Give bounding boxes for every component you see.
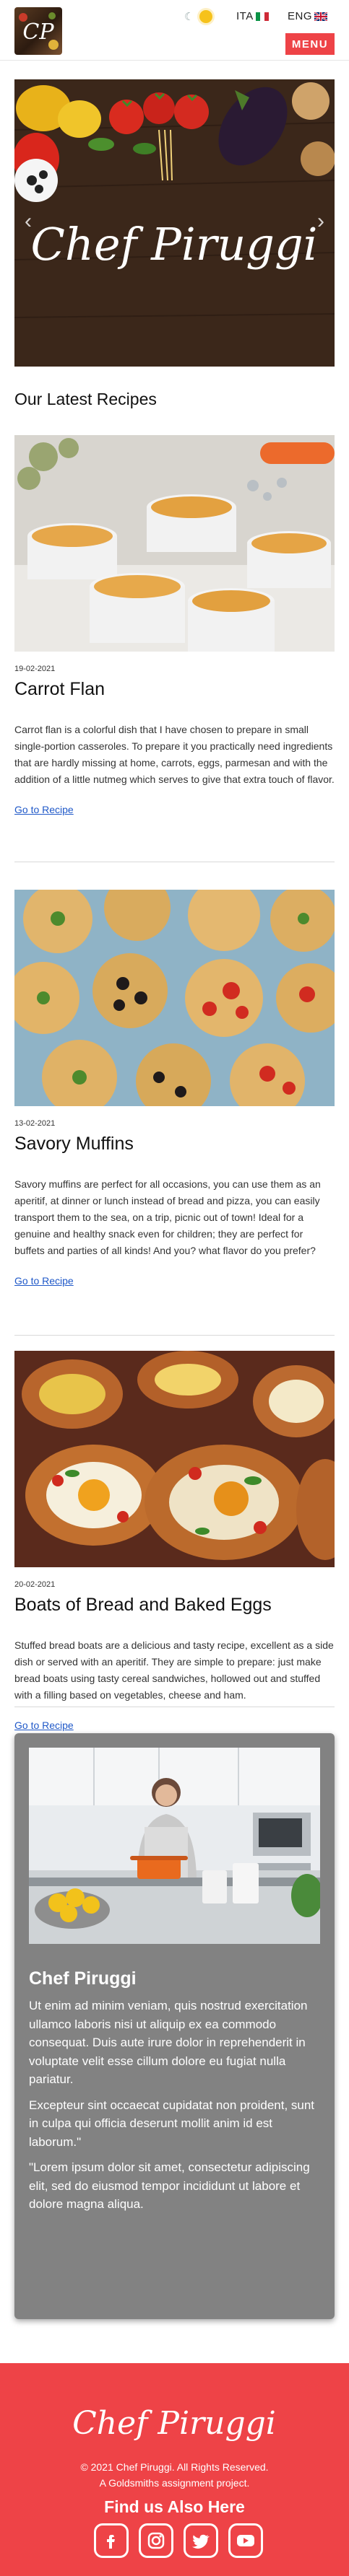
divider <box>14 1335 335 1336</box>
copyright-text: © 2021 Chef Piruggi. All Rights Reserved… <box>80 2461 269 2473</box>
chef-name: Chef Piruggi <box>29 1968 137 1989</box>
go-to-recipe-link[interactable]: Go to Recipe <box>14 1275 74 1287</box>
footer-copyright: © 2021 Chef Piruggi. All Rights Reserved… <box>0 2460 349 2491</box>
recipe-photo <box>14 1351 335 1567</box>
footer-logo-image: Chef Piruggi <box>72 2405 276 2442</box>
chef-bio-paragraph: Excepteur sint occaecat cupidatat non pr… <box>29 2098 315 2149</box>
recipe-date: 13-02-2021 <box>14 1119 56 1128</box>
recipe-card: 19-02-2021 Carrot Flan Carrot flan is a … <box>14 435 335 817</box>
site-footer: Chef Piruggi © 2021 Chef Piruggi. All Ri… <box>0 2363 349 2576</box>
carousel-prev-icon[interactable]: ‹ <box>25 209 32 234</box>
facebook-icon <box>107 2535 115 2549</box>
logo-icon: CP <box>19 12 59 50</box>
chef-bio-paragraph: Ut enim ad minim veniam, quis nostrud ex… <box>29 1999 308 2086</box>
recipe-description: Carrot flan is a colorful dish that I ha… <box>14 724 335 786</box>
project-text: A Goldsmiths assignment project. <box>99 2476 250 2489</box>
chef-card: Chef Piruggi Ut enim ad minim veniam, qu… <box>14 1733 335 2319</box>
recipe-date: 19-02-2021 <box>14 665 56 673</box>
recipe-description: Stuffed bread boats are a delicious and … <box>14 1639 334 1701</box>
hero-food-image: Chef Piruggi <box>14 79 335 367</box>
youtube-link[interactable] <box>228 2523 263 2558</box>
instagram-icon <box>147 2532 165 2549</box>
recipe-title: Boats of Bread and Baked Eggs <box>14 1595 272 1615</box>
hero-title: Chef Piruggi <box>30 218 317 271</box>
footer-brand-text: Chef Piruggi <box>72 2405 276 2442</box>
twitter-link[interactable] <box>184 2523 218 2558</box>
twitter-icon <box>191 2534 210 2549</box>
footer-brand: Chef Piruggi <box>0 2383 349 2459</box>
recipe-title: Carrot Flan <box>14 679 105 699</box>
instagram-link[interactable] <box>139 2523 173 2558</box>
language-english[interactable]: ENG <box>288 10 328 22</box>
bread-boats-image <box>14 1351 335 1567</box>
language-english-label: ENG <box>288 10 313 22</box>
theme-toggle[interactable]: ☾ <box>184 10 213 23</box>
menu-button[interactable]: MENU <box>285 33 335 55</box>
italy-flag-icon <box>255 12 269 21</box>
top-header: CP ☾ ITA ENG MENU <box>0 0 349 61</box>
recipe-description: Savory muffins are perfect for all occas… <box>14 1178 321 1257</box>
hero-carousel[interactable]: Chef Piruggi ‹ › <box>14 79 335 367</box>
chef-kitchen-image <box>29 1748 320 1944</box>
logo-text: CP <box>22 19 54 45</box>
recipe-title: Savory Muffins <box>14 1134 134 1154</box>
recipe-photo <box>14 435 335 652</box>
find-us-heading: Find us Also Here <box>104 2497 245 2516</box>
section-title: Our Latest Recipes <box>14 390 157 408</box>
recipe-photo <box>14 890 335 1106</box>
chef-photo <box>29 1748 320 1944</box>
site-logo[interactable]: CP <box>14 7 62 55</box>
social-links <box>94 2523 263 2558</box>
recipe-date: 20-02-2021 <box>14 1580 56 1589</box>
language-italian-label: ITA <box>236 10 254 22</box>
savory-muffins-image <box>14 890 335 1106</box>
language-italian[interactable]: ITA <box>236 10 269 22</box>
carrot-flan-image <box>14 435 335 652</box>
carousel-next-icon[interactable]: › <box>317 209 324 234</box>
go-to-recipe-link[interactable]: Go to Recipe <box>14 804 74 815</box>
chef-quote: "Lorem ipsum dolor sit amet, consectetur… <box>29 2160 310 2211</box>
recipe-card: 20-02-2021 Boats of Bread and Baked Eggs… <box>14 1351 335 1732</box>
recipe-card: 13-02-2021 Savory Muffins Savory muffins… <box>14 890 335 1288</box>
moon-icon[interactable]: ☾ <box>184 12 194 22</box>
youtube-icon <box>237 2535 254 2546</box>
facebook-link[interactable] <box>94 2523 129 2558</box>
sun-icon[interactable] <box>199 10 213 23</box>
uk-flag-icon <box>314 12 328 21</box>
go-to-recipe-link[interactable]: Go to Recipe <box>14 1719 74 1731</box>
